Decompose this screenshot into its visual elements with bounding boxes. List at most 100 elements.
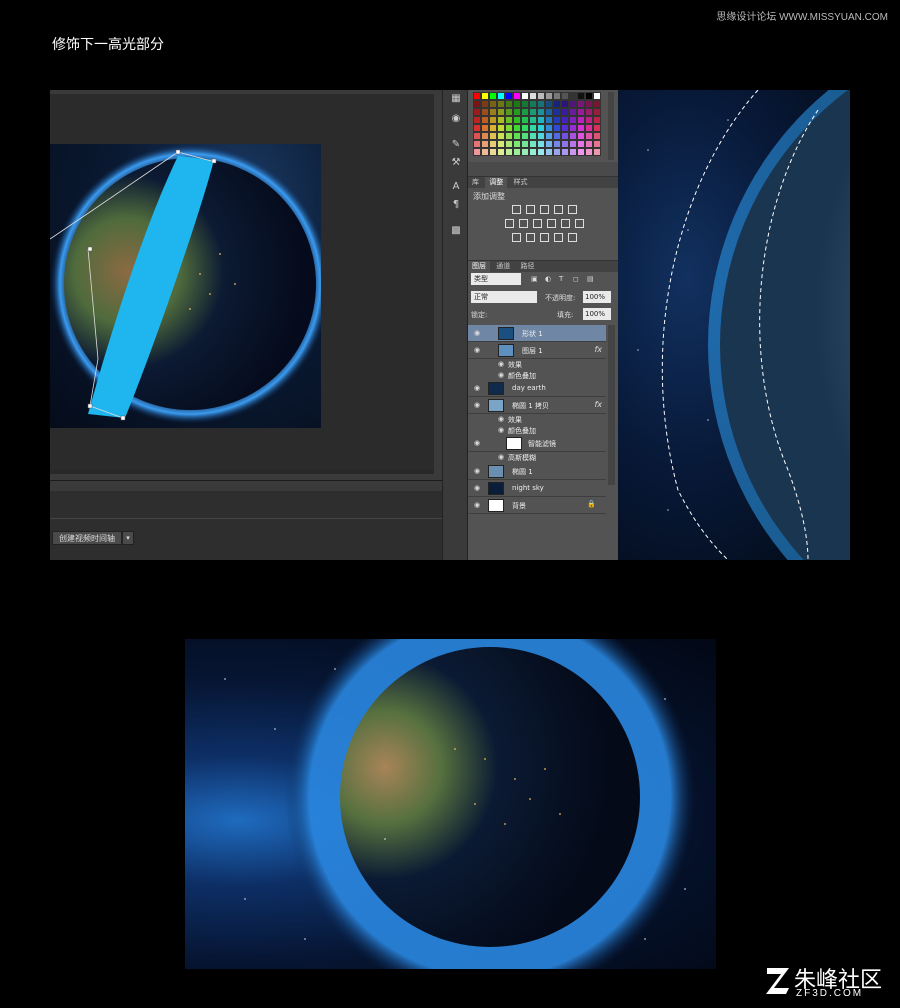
color-swatch[interactable] [505,116,513,124]
color-swatch[interactable] [473,124,481,132]
color-swatch[interactable] [585,132,593,140]
channel-mixer-icon[interactable] [560,219,570,228]
visibility-eye-icon[interactable]: ◉ [474,384,480,392]
color-swatch[interactable] [529,116,537,124]
color-swatch[interactable] [505,140,513,148]
color-swatch[interactable] [593,92,601,100]
tab-library[interactable]: 库 [468,177,483,188]
color-swatch[interactable] [545,124,553,132]
color-swatch[interactable] [529,124,537,132]
color-swatch[interactable] [585,92,593,100]
shape-filter-icon[interactable]: ◻ [573,275,579,283]
color-swatch[interactable] [473,148,481,156]
tab-adjustments[interactable]: 调整 [485,177,508,188]
color-swatch[interactable] [593,108,601,116]
color-swatch[interactable] [545,108,553,116]
color-swatch[interactable] [505,132,513,140]
vibrance-icon[interactable] [567,205,577,214]
posterize-icon[interactable] [525,233,535,242]
color-swatch[interactable] [513,108,521,116]
invert-icon[interactable] [511,233,521,242]
color-swatch[interactable] [545,140,553,148]
color-swatch[interactable] [545,148,553,156]
photo-filter-icon[interactable] [546,219,556,228]
color-swatch[interactable] [553,116,561,124]
paragraph-icon[interactable]: ¶ [449,198,463,212]
tool-presets-icon[interactable]: ⚒ [449,156,463,170]
grid-icon[interactable]: ▩ [449,224,463,238]
color-swatch[interactable] [577,100,585,108]
color-swatch[interactable] [593,116,601,124]
create-video-timeline-button[interactable]: 创建视频时间轴 [52,531,122,545]
color-swatch[interactable] [489,100,497,108]
color-swatch[interactable] [537,132,545,140]
color-swatch[interactable] [569,116,577,124]
layer-row[interactable]: ◉ 形状 1 [468,325,606,342]
color-swatch[interactable] [569,148,577,156]
tab-channels[interactable]: 通道 [492,261,514,272]
color-swatch[interactable] [561,140,569,148]
color-swatch[interactable] [489,124,497,132]
color-swatch[interactable] [513,148,521,156]
color-swatch[interactable] [577,116,585,124]
color-swatch[interactable] [473,108,481,116]
color-swatch[interactable] [473,92,481,100]
layer-row[interactable]: ◉ 图层 1 fx [468,342,606,359]
opacity-field[interactable]: 100% [583,291,611,303]
color-swatch[interactable] [585,108,593,116]
color-swatch[interactable] [593,124,601,132]
visibility-eye-icon[interactable]: ◉ [474,439,480,447]
color-swatch[interactable] [481,140,489,148]
color-swatch[interactable] [553,140,561,148]
layer-effect-row[interactable]: ◉ 高斯模糊 [468,452,606,463]
color-swatch[interactable] [577,132,585,140]
color-swatch[interactable] [497,124,505,132]
color-swatch[interactable] [569,92,577,100]
color-swatch[interactable] [537,92,545,100]
color-swatch[interactable] [489,116,497,124]
color-swatch[interactable] [481,124,489,132]
color-swatch[interactable] [521,124,529,132]
color-swatch[interactable] [497,116,505,124]
color-swatch[interactable] [497,108,505,116]
color-swatch[interactable] [577,124,585,132]
document-canvas[interactable] [50,144,321,428]
color-icon[interactable]: ▦ [449,92,463,106]
color-swatch[interactable] [561,148,569,156]
color-swatch[interactable] [521,100,529,108]
visibility-eye-icon[interactable]: ◉ [474,329,480,337]
color-swatch[interactable] [497,92,505,100]
curves-icon[interactable] [539,205,549,214]
color-swatch[interactable] [553,148,561,156]
color-swatch[interactable] [473,116,481,124]
layer-row[interactable]: ◉ day earth [468,380,606,397]
color-swatch[interactable] [537,148,545,156]
layer-row[interactable]: ◉ night sky [468,480,606,497]
color-swatch[interactable] [505,92,513,100]
color-swatch[interactable] [481,132,489,140]
type-filter-icon[interactable]: T [559,275,563,283]
color-swatch[interactable] [513,100,521,108]
color-swatch[interactable] [513,124,521,132]
color-swatch[interactable] [585,124,593,132]
color-swatch[interactable] [577,140,585,148]
color-swatch[interactable] [513,92,521,100]
color-swatch[interactable] [513,132,521,140]
color-swatch[interactable] [489,108,497,116]
color-swatch[interactable] [529,132,537,140]
visibility-eye-icon[interactable]: ◉ [498,426,504,434]
color-swatch[interactable] [521,140,529,148]
color-swatch[interactable] [561,116,569,124]
color-swatch[interactable] [585,116,593,124]
color-swatch[interactable] [561,92,569,100]
color-swatch[interactable] [481,100,489,108]
canvas-area[interactable] [50,90,442,484]
color-swatch[interactable] [553,108,561,116]
layer-row[interactable]: ◉ 椭圆 1 拷贝 fx [468,397,606,414]
color-swatch[interactable] [497,100,505,108]
color-swatch[interactable] [561,132,569,140]
threshold-icon[interactable] [539,233,549,242]
color-swatch[interactable] [481,92,489,100]
image-filter-icon[interactable]: ▣ [531,275,538,283]
color-swatch[interactable] [569,124,577,132]
